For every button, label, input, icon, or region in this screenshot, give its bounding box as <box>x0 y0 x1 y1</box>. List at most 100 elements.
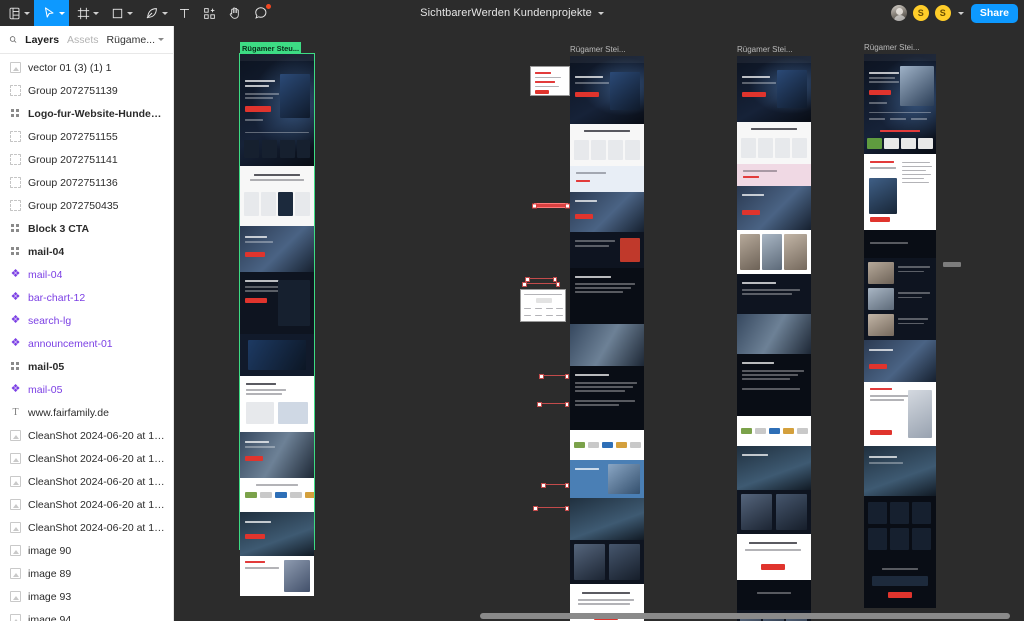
annotation-line-c[interactable] <box>539 374 569 379</box>
layer-row[interactable]: ❖ announcement-01 <box>0 332 173 355</box>
layer-row[interactable]: image 94 <box>0 608 173 621</box>
chevron-down-icon[interactable] <box>127 11 133 15</box>
group-icon <box>10 85 21 96</box>
avatar-collaborator-s1[interactable]: S <box>911 4 930 22</box>
layer-row[interactable]: ❖ mail-05 <box>0 378 173 401</box>
layer-row[interactable]: vector 01 (3) (1) 1 <box>0 56 173 79</box>
layer-name: Group 2072751141 <box>28 153 118 166</box>
frame-1-content <box>239 53 315 596</box>
layer-row[interactable]: CleanShot 2024-06-20 at 12.49.2... <box>0 493 173 516</box>
top-toolbar: SichtbarerWerden Kundenprojekte S S Shar… <box>0 0 1024 26</box>
frame-3-dark-text-block <box>737 274 811 314</box>
pen-tool-button[interactable] <box>137 0 172 26</box>
layer-row[interactable]: Group 2072751136 <box>0 171 173 194</box>
frame-rugamer-4[interactable]: Rügamer Stei... <box>864 43 936 608</box>
avatar-collaborator-s2[interactable]: S <box>933 4 952 22</box>
floating-card-table[interactable] <box>520 289 566 322</box>
layer-row[interactable]: Group 2072751139 <box>0 79 173 102</box>
frame-3-image2-block <box>737 314 811 354</box>
image-icon <box>10 591 21 602</box>
layer-row[interactable]: Logo-fur-Website-HundeFreuden 2 <box>0 102 173 125</box>
layer-row[interactable]: image 93 <box>0 585 173 608</box>
layer-row[interactable]: mail-05 <box>0 355 173 378</box>
layer-name: Group 2072751139 <box>28 84 118 97</box>
layer-row[interactable]: CleanShot 2024-06-20 at 12,59.2... <box>0 447 173 470</box>
frame-2-label: Rügamer Stei... <box>570 45 626 54</box>
layer-name: bar-chart-12 <box>28 291 86 304</box>
layer-row[interactable]: image 90 <box>0 539 173 562</box>
canvas-horizontal-scrollbar[interactable] <box>480 613 1010 619</box>
layer-row[interactable]: CleanShot 2024-06-20 at 12.50.11... <box>0 470 173 493</box>
layer-name: CleanShot 2024-06-20 at 12.49.2... <box>28 498 165 511</box>
grey-chip-element[interactable] <box>943 262 961 267</box>
resources-tool-button[interactable] <box>197 0 222 26</box>
selected-red-bar[interactable] <box>534 203 568 208</box>
frame-3-duo-block <box>737 490 811 534</box>
layer-row[interactable]: image 89 <box>0 562 173 585</box>
frame-3-logos-block <box>737 416 811 446</box>
tab-layers[interactable]: Layers <box>25 34 59 46</box>
layer-row[interactable]: Group 2072750435 <box>0 194 173 217</box>
layer-name: Logo-fur-Website-HundeFreuden 2 <box>28 107 165 120</box>
chevron-down-icon[interactable] <box>93 11 99 15</box>
move-tool-button[interactable] <box>34 0 69 26</box>
layer-row[interactable]: Group 2072751141 <box>0 148 173 171</box>
figma-logo-icon <box>9 7 20 19</box>
tab-assets[interactable]: Assets <box>67 34 99 46</box>
search-icon[interactable] <box>9 34 17 45</box>
image-icon <box>10 453 21 464</box>
layer-row[interactable]: Group 2072751155 <box>0 125 173 148</box>
avatar-collaborator-photo[interactable] <box>889 4 908 22</box>
chevron-down-icon[interactable] <box>24 11 30 15</box>
annotation-line-f[interactable] <box>533 506 569 511</box>
frame-4-label: Rügamer Stei... <box>864 43 920 52</box>
frame-rugamer-1[interactable]: Rügamer Steu... <box>239 42 315 596</box>
frame-3-hero-block <box>737 56 811 122</box>
frame-1-navbar <box>240 54 314 61</box>
toolbar-right-group: S S Share <box>889 0 1024 26</box>
annotation-line-e[interactable] <box>541 483 569 488</box>
annotation-line-d[interactable] <box>537 402 569 407</box>
frame-rugamer-2[interactable]: Rügamer Stei... <box>570 45 644 621</box>
frame-2-photo-block <box>570 192 644 232</box>
design-canvas[interactable]: Rügamer Steu... Rügamer Stei... Rügamer … <box>174 26 1024 621</box>
share-button[interactable]: Share <box>970 3 1018 23</box>
layer-row[interactable]: Block 3 CTA <box>0 217 173 240</box>
sidebar-header: Layers Assets Rügame... <box>0 26 173 54</box>
layer-name: announcement-01 <box>28 337 113 350</box>
layer-row[interactable]: CleanShot 2024-06-20 at 17.19.58... <box>0 424 173 447</box>
layers-list[interactable]: vector 01 (3) (1) 1 Group 2072751139 Logo-… <box>0 54 173 621</box>
collaborators-chevron-icon[interactable] <box>957 11 964 15</box>
cursor-arrow-icon <box>44 7 54 18</box>
frame-rugamer-3[interactable]: Rügamer Stei... <box>737 45 811 621</box>
layer-name: image 94 <box>28 613 72 621</box>
layer-row[interactable]: Twww.fairfamily.de <box>0 401 173 424</box>
layer-row[interactable]: ❖ mail-04 <box>0 263 173 286</box>
layer-row[interactable]: ❖ bar-chart-12 <box>0 286 173 309</box>
chevron-down-icon[interactable] <box>162 11 168 15</box>
image-icon <box>10 568 21 579</box>
comment-tool-button[interactable] <box>248 0 274 26</box>
frame-1-label: Rügamer Steu... <box>242 43 300 53</box>
floating-card-top[interactable] <box>530 66 570 96</box>
frame-4-photo2-block <box>864 446 936 496</box>
layer-name: image 90 <box>28 544 72 557</box>
image-icon <box>10 430 21 441</box>
document-title[interactable]: SichtbarerWerden Kundenprojekte <box>420 7 592 19</box>
annotation-line-b[interactable] <box>522 282 560 287</box>
frame-tool-button[interactable] <box>69 0 103 26</box>
frame-4-form-block <box>864 560 936 608</box>
layer-name: CleanShot 2024-06-20 at 17.19.58... <box>28 429 165 442</box>
shape-tool-button[interactable] <box>103 0 137 26</box>
component-icon: ❖ <box>10 383 21 395</box>
hand-tool-button[interactable] <box>222 0 248 26</box>
page-selector[interactable]: Rügame... <box>107 34 164 46</box>
document-menu-chevron-icon[interactable] <box>597 11 604 15</box>
layer-row[interactable]: ❖ search-lg <box>0 309 173 332</box>
layer-row[interactable]: mail-04 <box>0 240 173 263</box>
chevron-down-icon[interactable] <box>59 11 65 15</box>
text-tool-button[interactable] <box>172 0 197 26</box>
main-menu-button[interactable] <box>0 0 34 26</box>
annotation-line-a[interactable] <box>525 277 557 282</box>
layer-row[interactable]: CleanShot 2024-06-20 at 12.46.14... <box>0 516 173 539</box>
